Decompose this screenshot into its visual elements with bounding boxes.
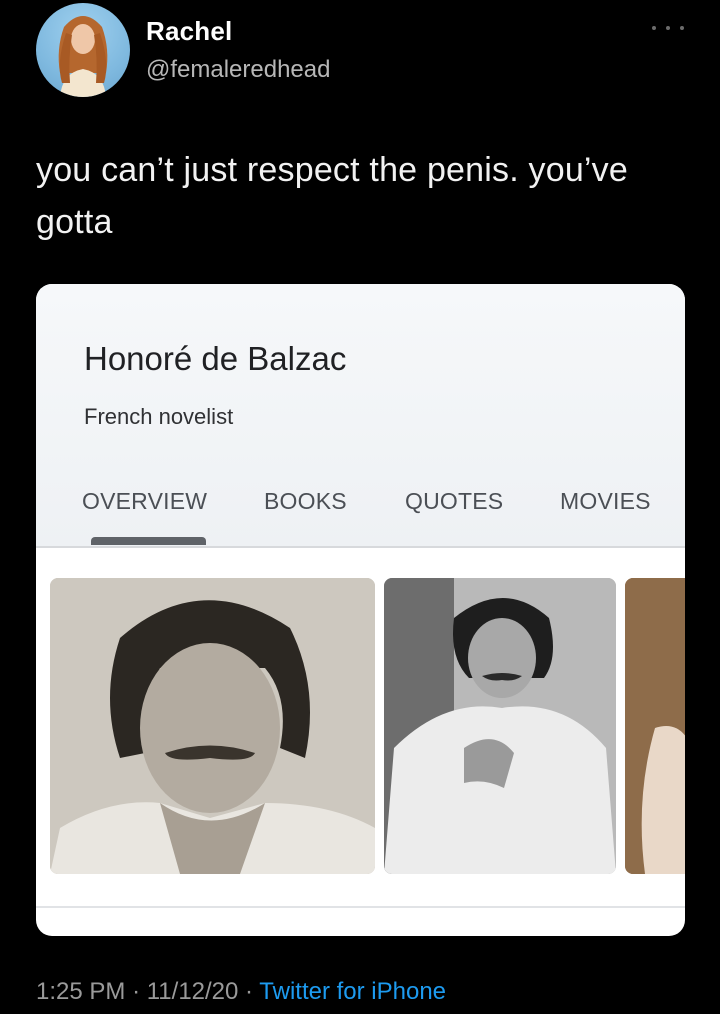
portrait-illustration	[625, 578, 685, 874]
portrait-illustration	[384, 578, 616, 874]
tweet-source-link[interactable]: Twitter for iPhone	[259, 978, 446, 1005]
portrait-photo	[625, 578, 685, 874]
tab-movies: MOVIES	[560, 488, 651, 514]
knowledge-panel-subtitle: French novelist	[84, 404, 234, 429]
portrait-photo	[384, 578, 616, 874]
tab-overview: OVERVIEW	[82, 488, 208, 514]
avatar[interactable]	[36, 3, 130, 97]
more-dot	[666, 26, 670, 30]
author-handle[interactable]: @femaleredhead	[146, 56, 330, 84]
tweet-text: you can’t just respect the penis. you’ve…	[36, 151, 628, 241]
separator: ·	[132, 978, 141, 1005]
avatar-photo	[58, 16, 108, 97]
tab-selected-indicator	[91, 537, 206, 545]
tab-quotes: QUOTES	[405, 488, 504, 514]
attached-image-card[interactable]: Honoré de Balzac French novelist OVERVIE…	[36, 284, 685, 936]
knowledge-panel-title: Honoré de Balzac	[84, 340, 347, 377]
portrait-photo	[50, 578, 375, 874]
tweet-time[interactable]: 1:25 PM	[36, 978, 125, 1005]
card-divider	[36, 906, 685, 908]
more-horizontal-icon[interactable]	[652, 18, 684, 38]
tweet-date[interactable]: 11/12/20	[147, 978, 239, 1005]
portrait-illustration	[50, 578, 375, 874]
header-divider	[36, 546, 685, 548]
more-dot	[680, 26, 684, 30]
separator: ·	[245, 978, 254, 1005]
author-name[interactable]: Rachel	[146, 16, 232, 47]
tab-books: BOOKS	[264, 488, 347, 514]
tweet-metadata: 1:25 PM · 11/12/20 · Twitter for iPhone	[36, 978, 446, 1006]
more-dot	[652, 26, 656, 30]
